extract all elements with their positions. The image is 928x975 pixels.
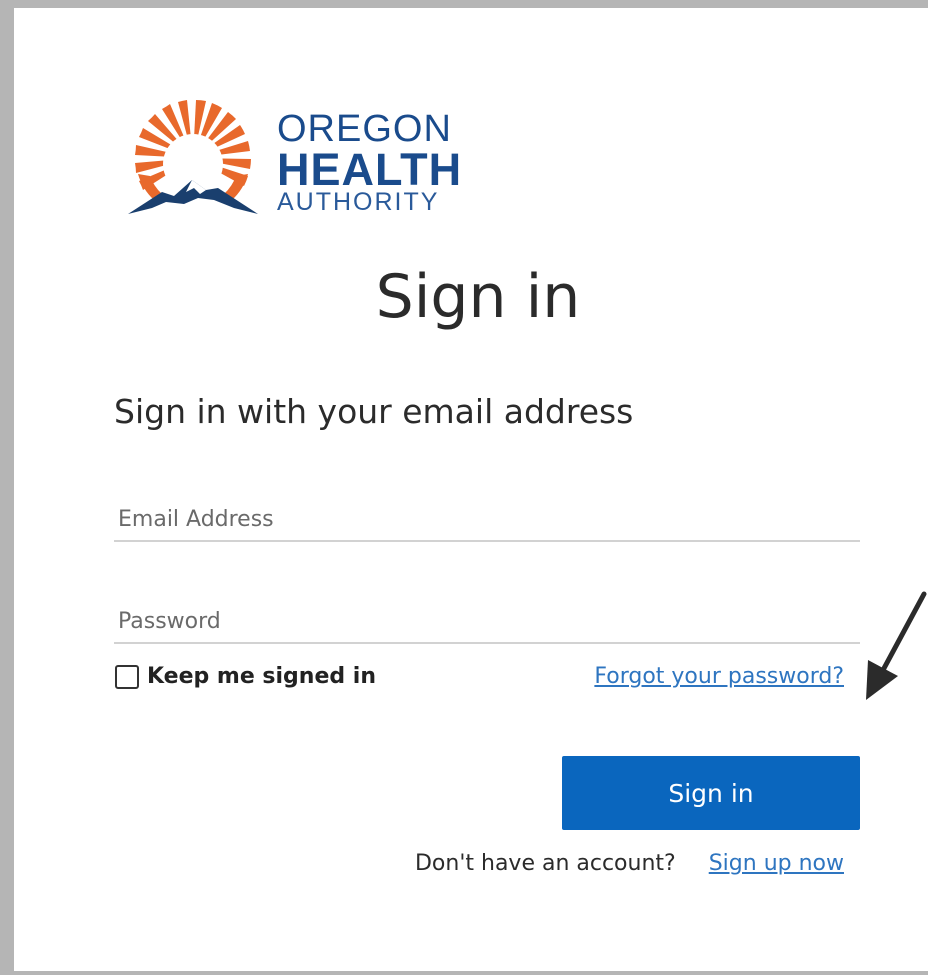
oregon-health-authority-logo: OREGON HEALTH AUTHORITY xyxy=(114,96,474,220)
sign-in-subtitle: Sign in with your email address xyxy=(114,392,634,431)
sign-in-button[interactable]: Sign in xyxy=(562,756,860,830)
logo-wordmark: OREGON HEALTH AUTHORITY xyxy=(277,110,462,215)
signup-prompt: Don't have an account? xyxy=(414,851,676,876)
keep-signed-in-checkbox[interactable] xyxy=(115,664,139,689)
email-field[interactable] xyxy=(114,498,860,542)
forgot-password-link[interactable]: Forgot your password? xyxy=(594,664,844,689)
keep-signed-in-option[interactable]: Keep me signed in xyxy=(115,664,376,689)
logo-line-health: HEALTH xyxy=(277,144,463,195)
page-title: Sign in xyxy=(375,262,581,332)
sign-in-card: OREGON HEALTH AUTHORITY Sign in Sign in … xyxy=(0,0,928,975)
sign-up-link[interactable]: Sign up now xyxy=(709,851,844,876)
signup-row: Don't have an account? Sign up now xyxy=(415,851,844,876)
sun-mountain-logo-icon xyxy=(128,100,258,214)
keep-signed-in-label: Keep me signed in xyxy=(147,664,376,689)
password-field[interactable] xyxy=(114,600,860,644)
logo-line-authority: AUTHORITY xyxy=(277,188,440,216)
logo-line-oregon: OREGON xyxy=(277,108,452,150)
arrow-pointer-icon xyxy=(866,591,927,700)
